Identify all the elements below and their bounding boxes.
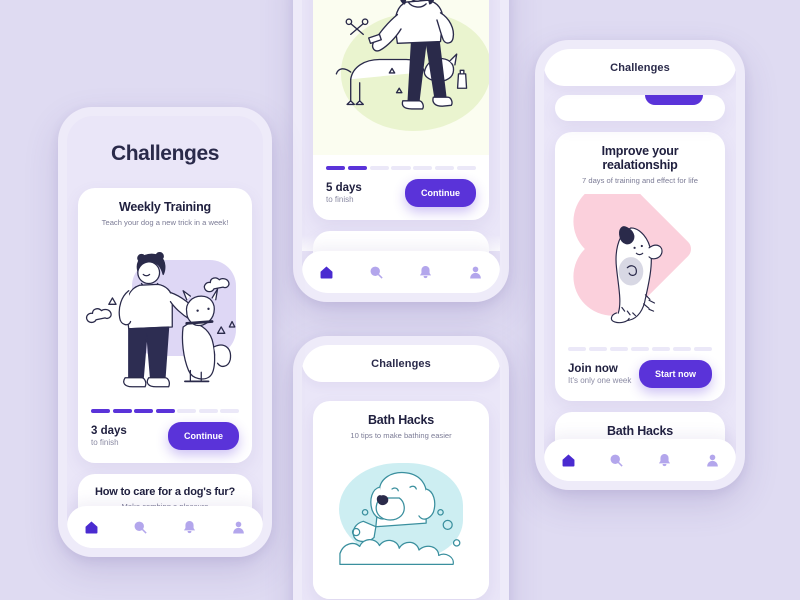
- page-title-bottom: Challenges: [371, 358, 431, 370]
- home-icon: [85, 520, 98, 533]
- screen-top: 5 days to finish Continue: [302, 0, 500, 293]
- scroll-fade: [302, 235, 500, 251]
- bell-icon: [658, 453, 670, 466]
- card-head-relationship: Improve your realationship 7 days of tra…: [555, 132, 725, 194]
- card-subtitle-relationship: 7 days of training and effect for life: [582, 176, 698, 185]
- phone-mockup-bottom: Challenges Bath Hacks 10 tips to make ba…: [293, 336, 509, 600]
- dog-bubble-bath-art: [339, 471, 461, 566]
- home-icon: [562, 453, 574, 466]
- phone-mockup-left: Challenges Weekly Training Teach your do…: [58, 107, 272, 557]
- person-icon: [706, 454, 718, 466]
- nav-item-search[interactable]: [369, 265, 384, 280]
- bottom-nav-right: [544, 439, 736, 481]
- progress-bar-relationship: [555, 336, 725, 351]
- challenge-card-weekly-training[interactable]: Weekly Training Teach your dog a new tri…: [78, 188, 252, 463]
- card-title-weekly: Weekly Training: [119, 200, 211, 214]
- nav-item-notifications[interactable]: [657, 453, 672, 468]
- bottom-nav-top: [302, 251, 500, 293]
- challenge-card-previous-partial[interactable]: [555, 95, 725, 121]
- days-remaining: 3 days: [91, 425, 127, 437]
- nav-item-notifications[interactable]: [418, 265, 433, 280]
- nav-item-home[interactable]: [84, 520, 99, 535]
- nav-item-home[interactable]: [319, 265, 334, 280]
- days-remaining: 5 days: [326, 182, 362, 194]
- screen-right: Challenges Improve your realationship 7 …: [544, 49, 736, 481]
- nav-item-search[interactable]: [133, 520, 148, 535]
- card-title-bath: Bath Hacks: [367, 413, 435, 427]
- bell-icon: [420, 265, 432, 278]
- challenge-card-relationship[interactable]: Improve your realationship 7 days of tra…: [555, 132, 725, 401]
- phone-mockup-top: 5 days to finish Continue: [293, 0, 509, 302]
- card-subtitle-bath: 10 tips to make bathing easier: [350, 431, 452, 440]
- card-title-relationship: Improve your realationship: [601, 144, 679, 172]
- app-header-right: Challenges: [544, 49, 736, 86]
- screen-left: Challenges Weekly Training Teach your do…: [67, 116, 263, 548]
- person-icon: [469, 266, 481, 278]
- bell-icon: [183, 520, 196, 533]
- card-head-bath: Bath Hacks 10 tips to make bathing easie…: [313, 401, 489, 449]
- nav-item-profile[interactable]: [231, 520, 246, 535]
- nav-item-home[interactable]: [561, 453, 576, 468]
- continue-button[interactable]: Continue: [168, 422, 239, 450]
- progress-bar-grooming: [313, 155, 489, 170]
- app-header-left: Challenges: [67, 116, 263, 184]
- card-footer-weekly: 3 days to finish Continue: [78, 413, 252, 463]
- card-title-fur: How to care for a dog's fur?: [94, 486, 236, 498]
- days-note: to finish: [91, 438, 119, 447]
- nav-item-profile[interactable]: [468, 265, 483, 280]
- page-title-right: Challenges: [610, 62, 670, 74]
- illustration-dog-with-heart: [555, 194, 725, 336]
- bottom-nav-left: [67, 506, 263, 548]
- card-subtitle-weekly: Teach your dog a new trick in a week!: [101, 218, 229, 227]
- illustration-woman-grooming-dog: [313, 0, 489, 155]
- person-icon: [233, 521, 244, 533]
- nav-item-search[interactable]: [609, 453, 624, 468]
- cta-note: It's only one week: [568, 376, 632, 385]
- home-icon: [320, 265, 333, 278]
- design-canvas: 5 days to finish Continue Challenges Bat…: [0, 0, 800, 600]
- search-icon: [610, 454, 623, 467]
- illustration-person-training-dog: [78, 236, 252, 398]
- search-icon: [370, 266, 383, 279]
- card-footer-grooming: 5 days to finish Continue: [313, 170, 489, 220]
- progress-bar-weekly: [78, 398, 252, 413]
- cta-block: Join now It's only one week: [568, 363, 631, 385]
- app-header-bottom: Challenges: [302, 345, 500, 382]
- phone-mockup-right: Challenges Improve your realationship 7 …: [535, 40, 745, 490]
- person-training-dog-art: [85, 252, 236, 388]
- nav-item-profile[interactable]: [705, 453, 720, 468]
- days-note: to finish: [326, 195, 354, 204]
- card-footer-relationship: Join now It's only one week Start now: [555, 351, 725, 401]
- page-title-left: Challenges: [110, 142, 220, 165]
- previous-card-button-stub[interactable]: [645, 95, 703, 105]
- illustration-dog-in-bubble-bath: [313, 449, 489, 599]
- woman-grooming-dog-art: [335, 0, 468, 110]
- dog-heart-art: [610, 226, 663, 324]
- challenge-card-grooming[interactable]: 5 days to finish Continue: [313, 0, 489, 220]
- continue-button[interactable]: Continue: [405, 179, 476, 207]
- cta-title: Join now: [568, 363, 618, 375]
- days-block: 5 days to finish: [326, 182, 362, 204]
- card-title-bath-right: Bath Hacks: [606, 424, 674, 438]
- card-head-weekly: Weekly Training Teach your dog a new tri…: [78, 188, 252, 236]
- nav-item-notifications[interactable]: [182, 520, 197, 535]
- screen-bottom: Challenges Bath Hacks 10 tips to make ba…: [302, 345, 500, 600]
- challenge-card-bath[interactable]: Bath Hacks 10 tips to make bathing easie…: [313, 401, 489, 599]
- start-now-button[interactable]: Start now: [638, 360, 712, 388]
- days-block: 3 days to finish: [91, 425, 127, 447]
- search-icon: [134, 521, 147, 534]
